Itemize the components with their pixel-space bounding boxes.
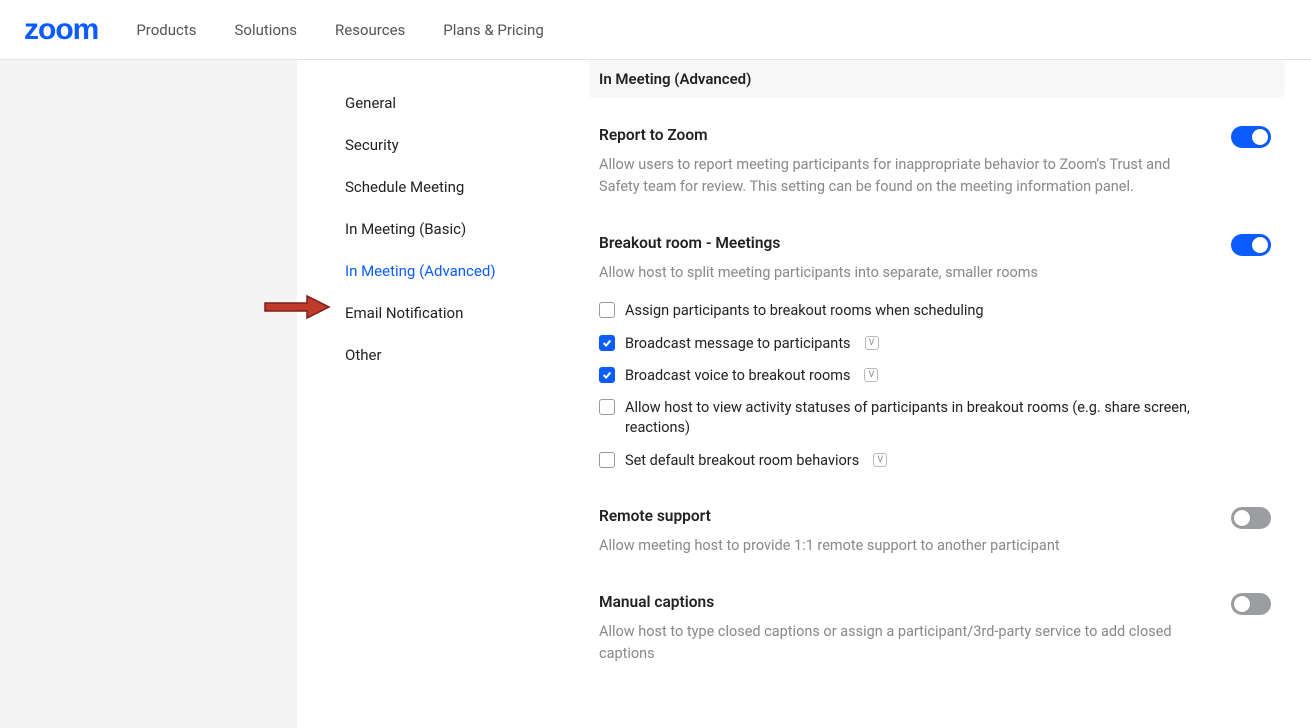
top-header: zoom Products Solutions Resources Plans … xyxy=(0,0,1311,60)
section-header: In Meeting (Advanced) xyxy=(589,60,1285,98)
checkbox-broadcast-message[interactable] xyxy=(599,335,615,351)
option-view-activity-statuses: Allow host to view activity statuses of … xyxy=(599,398,1191,439)
nav-solutions[interactable]: Solutions xyxy=(235,21,298,39)
checkbox-default-breakout-behaviors[interactable] xyxy=(599,452,615,468)
option-label: Allow host to view activity statuses of … xyxy=(625,398,1191,439)
option-label: Set default breakout room behaviors xyxy=(625,451,859,471)
sidebar-item-email-notification[interactable]: Email Notification xyxy=(345,294,589,332)
settings-sidebar: General Security Schedule Meeting In Mee… xyxy=(297,60,589,728)
option-label: Assign participants to breakout rooms wh… xyxy=(625,301,984,321)
settings-main: In Meeting (Advanced) Report to Zoom All… xyxy=(589,60,1311,728)
setting-desc: Allow meeting host to provide 1:1 remote… xyxy=(599,535,1191,557)
setting-breakout-room: Breakout room - Meetings Allow host to s… xyxy=(599,234,1271,472)
toggle-report-to-zoom[interactable] xyxy=(1231,126,1271,148)
setting-desc: Allow host to split meeting participants… xyxy=(599,262,1191,284)
setting-desc: Allow host to type closed captions or as… xyxy=(599,621,1191,665)
toggle-remote-support[interactable] xyxy=(1231,507,1271,529)
checkbox-view-activity-statuses[interactable] xyxy=(599,399,615,415)
setting-desc: Allow users to report meeting participan… xyxy=(599,154,1191,198)
nav-resources[interactable]: Resources xyxy=(335,21,405,39)
nav-plans-pricing[interactable]: Plans & Pricing xyxy=(443,21,543,39)
sidebar-item-security[interactable]: Security xyxy=(345,126,589,164)
left-gutter xyxy=(0,60,297,728)
checkbox-broadcast-voice[interactable] xyxy=(599,367,615,383)
option-broadcast-message: Broadcast message to participants V xyxy=(599,334,1191,354)
option-broadcast-voice: Broadcast voice to breakout rooms V xyxy=(599,366,1191,386)
sidebar-item-general[interactable]: General xyxy=(345,84,589,122)
setting-title: Manual captions xyxy=(599,593,1191,611)
setting-title: Report to Zoom xyxy=(599,126,1191,144)
option-label: Broadcast voice to breakout rooms xyxy=(625,366,850,386)
page-body: General Security Schedule Meeting In Mee… xyxy=(0,60,1311,728)
nav-products[interactable]: Products xyxy=(136,21,196,39)
sidebar-item-in-meeting-advanced[interactable]: In Meeting (Advanced) xyxy=(345,252,589,290)
breakout-options-list: Assign participants to breakout rooms wh… xyxy=(599,301,1191,471)
sidebar-item-other[interactable]: Other xyxy=(345,336,589,374)
option-assign-when-scheduling: Assign participants to breakout rooms wh… xyxy=(599,301,1191,321)
toggle-breakout-room[interactable] xyxy=(1231,234,1271,256)
setting-report-to-zoom: Report to Zoom Allow users to report mee… xyxy=(599,126,1271,198)
setting-manual-captions: Manual captions Allow host to type close… xyxy=(599,593,1271,665)
info-icon[interactable]: V xyxy=(864,368,878,382)
toggle-manual-captions[interactable] xyxy=(1231,593,1271,615)
option-label: Broadcast message to participants xyxy=(625,334,851,354)
option-default-breakout-behaviors: Set default breakout room behaviors V xyxy=(599,451,1191,471)
setting-title: Breakout room - Meetings xyxy=(599,234,1191,252)
checkbox-assign-when-scheduling[interactable] xyxy=(599,302,615,318)
setting-title: Remote support xyxy=(599,507,1191,525)
setting-remote-support: Remote support Allow meeting host to pro… xyxy=(599,507,1271,557)
zoom-logo: zoom xyxy=(24,13,98,47)
sidebar-item-in-meeting-basic[interactable]: In Meeting (Basic) xyxy=(345,210,589,248)
info-icon[interactable]: V xyxy=(865,336,879,350)
sidebar-item-schedule-meeting[interactable]: Schedule Meeting xyxy=(345,168,589,206)
info-icon[interactable]: V xyxy=(873,453,887,467)
